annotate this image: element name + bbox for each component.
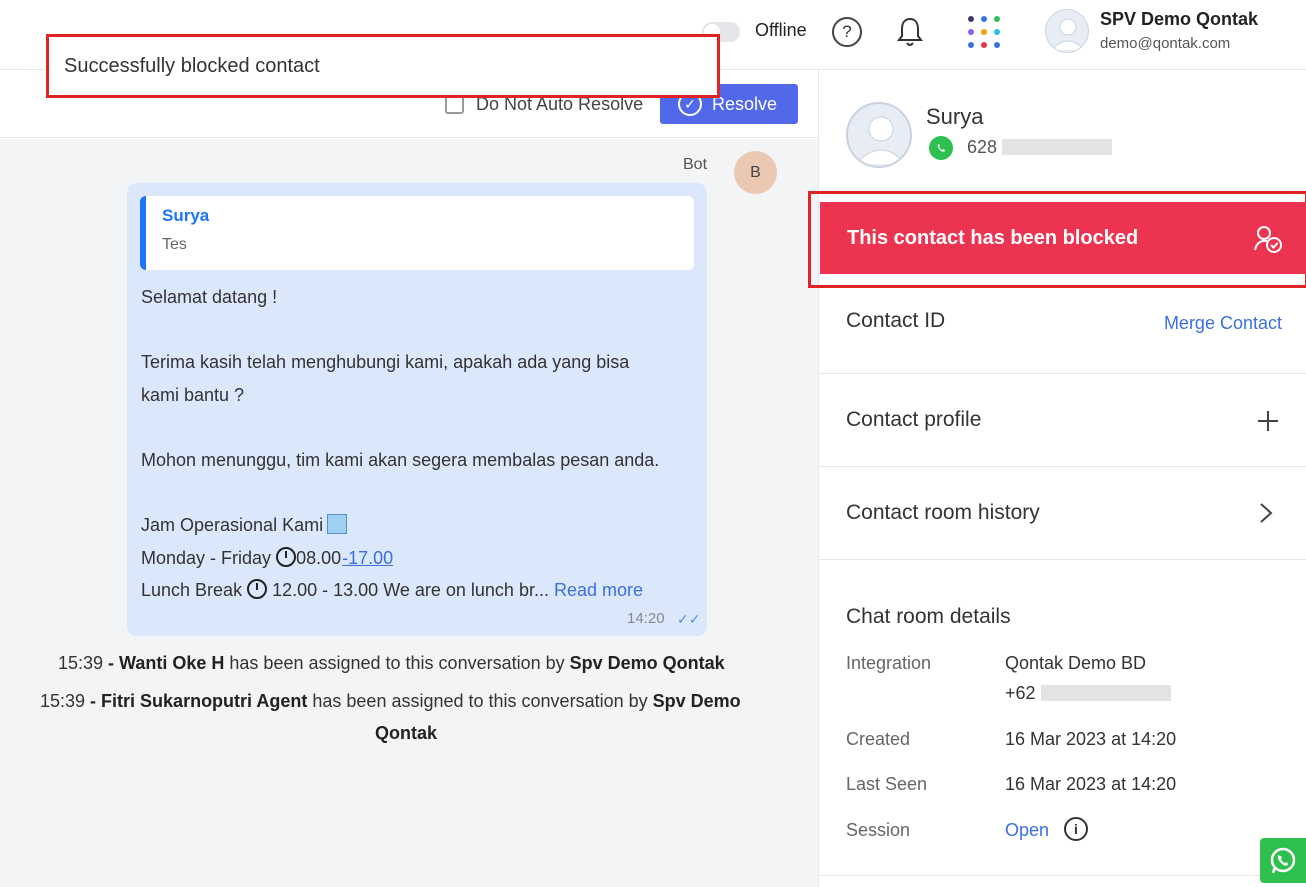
system-message: 15:39 - Fitri Sukarnoputri Agent has bee… [40,691,741,712]
bell-icon[interactable] [895,15,925,49]
system-message-continuation: Qontak [375,723,437,744]
help-icon[interactable]: ? [832,17,862,47]
message-line: kami bantu ? [141,385,245,405]
whatsapp-icon [929,136,953,160]
message-line: Monday - Friday 08.00 -17.00 [141,547,393,569]
created-label: Created [846,729,911,749]
divider [819,373,1306,374]
divider [819,875,1306,876]
double-check-icon: ✓✓ [677,611,701,627]
system-message-agent: Wanti Oke H [119,653,225,673]
user-avatar-icon [1051,18,1085,51]
office-building-icon [327,514,348,534]
weekday-end-link[interactable]: -17.00 [342,548,393,568]
sender-name: Bot [683,156,708,173]
contact-name: Surya [926,104,984,129]
integration-label: Integration [846,653,932,673]
user-name: SPV Demo Qontak [1100,9,1259,29]
clock-icon [247,579,268,599]
message-time: 14:20 [627,610,665,627]
user-email: demo@qontak.com [1100,35,1231,52]
plus-icon[interactable] [1257,410,1279,432]
lunch-text: 12.00 - 13.00 We are on lunch br... [272,580,549,600]
read-more-link[interactable]: Read more [554,580,643,600]
avatar-initial: B [750,163,761,181]
apps-grid-icon[interactable] [966,14,1002,50]
session-label: Session [846,820,911,840]
hours-title: Jam Operasional Kami [141,515,324,535]
info-icon[interactable]: i [1064,817,1088,841]
contact-phone-prefix: 628 [967,137,998,157]
message-line: Lunch Break 12.00 - 13.00 We are on lunc… [141,579,643,601]
integration-phone: +62 [1005,683,1171,704]
system-message-text: has been assigned to this conversation b… [307,691,653,711]
system-message-separator: - [103,653,120,673]
last-seen-value: 16 Mar 2023 at 14:20 [1005,774,1177,794]
quoted-reply-text: Tes [162,236,187,253]
clock-icon [276,547,297,567]
lunch-label: Lunch Break [141,580,243,600]
divider [819,466,1306,467]
system-message-time: 15:39 [58,653,104,673]
quoted-reply-name: Surya [162,206,210,225]
system-message: 15:39 - Wanti Oke H has been assigned to… [58,653,725,674]
system-message-time: 15:39 [40,691,86,711]
blocked-message: This contact has been blocked [847,226,1139,249]
user-check-icon[interactable] [1253,224,1283,254]
system-message-text: has been assigned to this conversation b… [224,653,570,673]
redacted-block [1040,685,1171,701]
resolve-label: Resolve [712,93,778,114]
system-message-separator: - [85,691,102,711]
contact-phone: 628 [967,137,1113,158]
message-line: Selamat datang ! [141,287,278,307]
contact-avatar-icon [855,116,907,165]
system-message-by: Spv Demo Qontak [569,653,725,673]
system-message-agent: Fitri Sukarnoputri Agent [101,691,308,711]
contact-id-label: Contact ID [846,309,946,332]
last-seen-label: Last Seen [846,774,928,794]
integration-phone-prefix: +62 [1005,683,1036,703]
integration-value: Qontak Demo BD [1005,653,1147,673]
chat-room-details-title: Chat room details [846,605,1011,628]
message-line: Jam Operasional Kami [141,514,348,536]
whatsapp-float-button[interactable] [1260,838,1306,883]
chevron-right-icon[interactable] [1259,502,1273,524]
weekday-label: Monday - Friday [141,548,272,568]
merge-contact-link[interactable]: Merge Contact [1164,313,1282,334]
quoted-reply[interactable]: Surya Tes [140,196,694,270]
divider [819,559,1306,560]
contact-panel: Surya 628 This contact has been blocked … [808,70,1306,887]
created-value: 16 Mar 2023 at 14:20 [1005,729,1177,749]
contact-avatar [846,102,912,168]
contact-room-history-label[interactable]: Contact room history [846,501,1040,525]
blocked-banner: This contact has been blocked [820,202,1306,274]
system-message-by: Qontak [375,723,438,743]
session-status: Open [1005,820,1050,840]
weekday-start: 08.00 [296,548,342,568]
contact-profile-label[interactable]: Contact profile [846,408,981,432]
system-message-by: Spv Demo [652,691,741,711]
message-line: Terima kasih telah menghubungi kami, apa… [141,352,630,372]
user-avatar[interactable] [1045,9,1089,53]
redacted-block [1002,139,1113,155]
success-toast: Successfully blocked contact [46,34,720,98]
bot-avatar: B [734,151,777,194]
status-label: Offline [755,20,807,40]
message-bubble[interactable]: Surya Tes Selamat datang ! Terima kasih … [127,183,707,636]
message-line: Mohon menunggu, tim kami akan segera mem… [141,450,660,470]
chat-area[interactable]: Bot B Surya Tes Selamat datang ! Terima … [0,139,818,887]
whatsapp-icon [1270,847,1296,873]
toast-message: Successfully blocked contact [64,54,320,77]
